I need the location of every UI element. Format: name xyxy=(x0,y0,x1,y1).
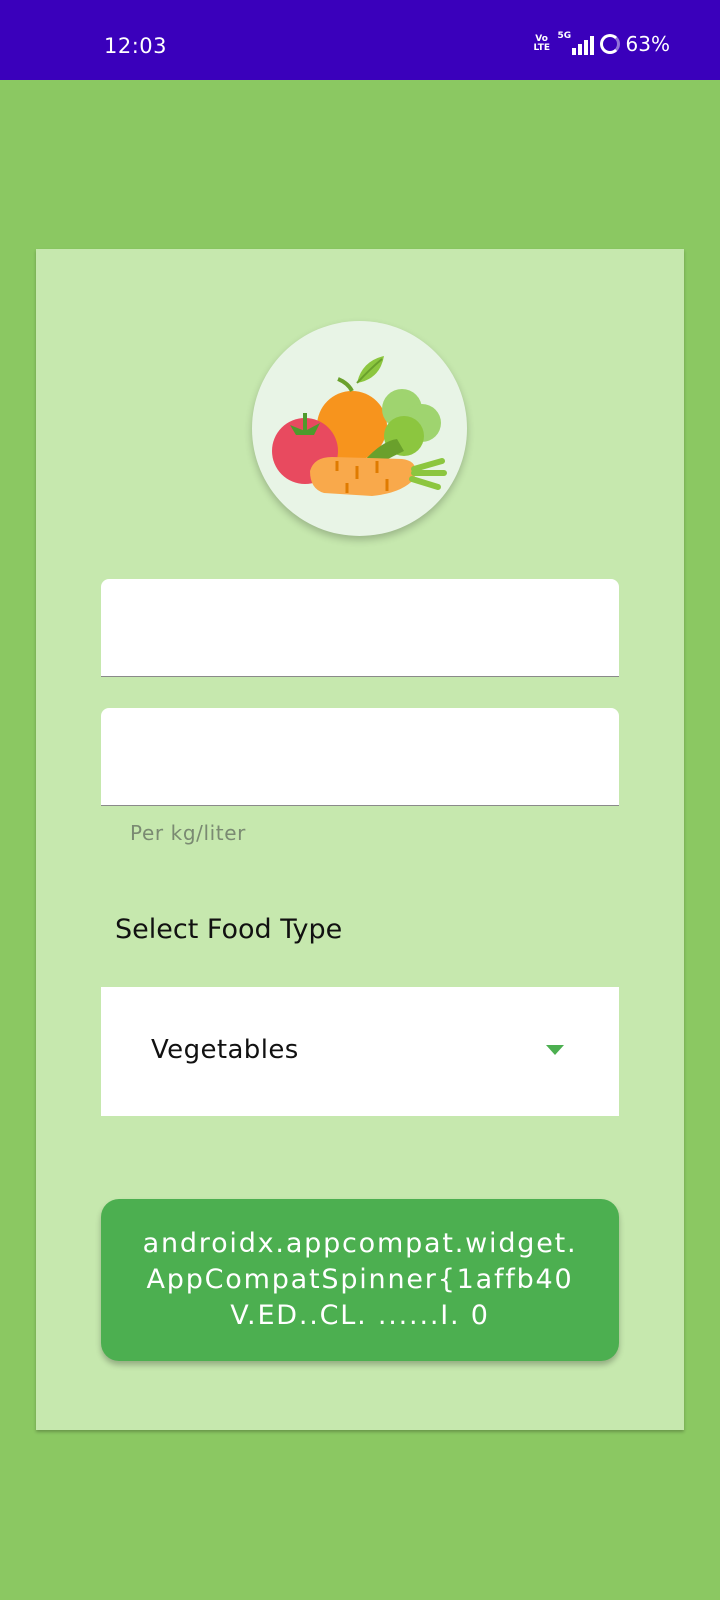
vegetables-icon xyxy=(252,321,467,536)
form-card: Per kg/liter Select Food Type Vegetables… xyxy=(36,249,684,1430)
name-input[interactable] xyxy=(101,579,619,676)
status-time: 12:03 xyxy=(104,34,168,58)
volte-icon: Vo LTE xyxy=(533,34,551,53)
food-type-spinner[interactable]: Vegetables xyxy=(101,987,619,1116)
price-field[interactable] xyxy=(101,708,619,806)
submit-button-line-1: androidx.appcompat.widget. xyxy=(142,1228,578,1259)
price-helper-text: Per kg/liter xyxy=(130,821,246,845)
dropdown-arrow-icon[interactable] xyxy=(546,1045,564,1055)
submit-button-line-2: AppCompatSpinner{1affb40 xyxy=(146,1264,574,1295)
network-type: 5G xyxy=(557,31,572,41)
submit-button[interactable]: androidx.appcompat.widget. AppCompatSpin… xyxy=(101,1199,619,1361)
battery-percent: 63% xyxy=(625,32,670,56)
price-input[interactable] xyxy=(101,708,619,805)
submit-button-line-3: V.ED..CL. ......I. 0 xyxy=(230,1300,490,1331)
food-type-label: Select Food Type xyxy=(115,914,343,945)
status-icons: Vo LTE 5G 63% xyxy=(533,31,670,56)
name-field[interactable] xyxy=(101,579,619,677)
food-type-selected: Vegetables xyxy=(151,1035,299,1065)
signal-icon: 5G xyxy=(556,31,594,55)
status-bar: 12:03 Vo LTE 5G 63% xyxy=(0,0,720,80)
battery-icon xyxy=(599,34,620,54)
